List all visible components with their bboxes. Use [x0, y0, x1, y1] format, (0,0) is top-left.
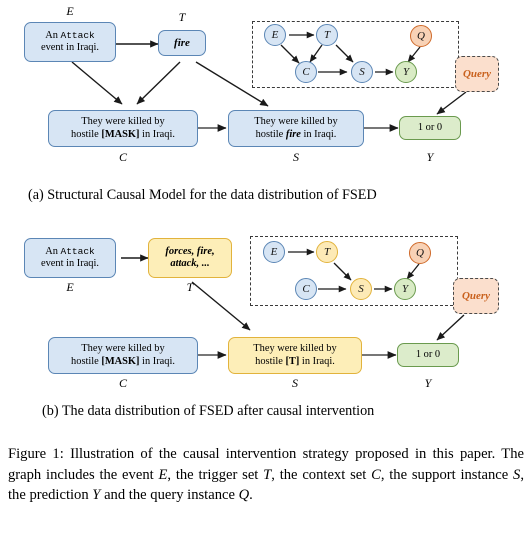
label-Y-a: Y: [426, 150, 434, 164]
label-S-a: S: [293, 150, 299, 164]
support-a-line1: They were killed by: [254, 116, 338, 128]
query-b-text: Query: [461, 289, 491, 302]
label-C-b: C: [118, 376, 127, 390]
figure-caption-text: Illustration of the causal intervention …: [8, 446, 524, 504]
context-a-line2-post: in Iraqi.: [139, 128, 175, 140]
context-b-line2-pre: hostile: [71, 355, 102, 367]
box-event-a-line2: event in Iraqi.: [41, 42, 99, 53]
support-a-line2: hostile fire in Iraqi.: [256, 129, 337, 141]
context-a-line2: hostile [MASK] in Iraqi.: [71, 129, 175, 141]
graph-a-node-C-label: C: [302, 66, 310, 78]
event-b-line1-mono: Attack: [60, 245, 95, 257]
context-a-line2-pre: hostile: [71, 128, 102, 140]
event-b-line1-prefix: An: [45, 245, 61, 257]
box-support-a: They were killed by hostile fire in Iraq…: [228, 110, 364, 147]
box-event-b-line1: An Attack: [45, 246, 95, 258]
context-b-line1: They were killed by: [81, 343, 165, 355]
label-Y-b: Y: [424, 376, 432, 390]
support-a-line2-post: in Iraqi.: [300, 128, 337, 140]
label-C-a: C: [118, 150, 127, 164]
graph-a-node-Q: Q: [410, 25, 432, 47]
event-line1-mono: Attack: [60, 29, 95, 41]
prediction-b-text: 1 or 0: [415, 348, 441, 360]
graph-b-node-Y-label: Y: [401, 283, 409, 295]
graph-a-node-E: E: [264, 24, 286, 46]
context-b-line2-post: in Iraqi.: [139, 355, 175, 367]
label-T-b: T: [186, 280, 194, 294]
support-b-trigger-token: [T]: [285, 355, 300, 367]
event-line1-prefix: An: [45, 29, 61, 41]
graph-b-node-E-label: E: [270, 246, 278, 258]
figure-caption: Figure 1: Illustration of the causal int…: [8, 444, 524, 506]
trigger-b-line2: attack, ...: [170, 258, 210, 269]
graph-a-node-Y: Y: [395, 61, 417, 83]
support-b-line2: hostile [T] in Iraqi.: [255, 356, 335, 368]
figure-1: An Attack event in Iraqi. E fire T E T C…: [0, 0, 530, 559]
graph-b-node-Y: Y: [394, 278, 416, 300]
box-prediction-a: 1 or 0: [399, 116, 461, 140]
subfigure-a: An Attack event in Iraqi. E fire T E T C…: [0, 0, 530, 185]
graph-b-node-E: E: [263, 241, 285, 263]
box-query-b: Query: [453, 278, 499, 314]
subfigure-a-caption: (a) Structural Causal Model for the data…: [28, 186, 514, 205]
graph-a-node-T: T: [316, 24, 338, 46]
graph-a-node-E-label: E: [271, 29, 279, 41]
graph-b-node-T: T: [316, 241, 338, 263]
box-trigger-a: fire: [158, 30, 206, 56]
box-trigger-b: forces, fire, attack, ...: [148, 238, 232, 278]
graph-b-node-T-label: T: [323, 246, 331, 258]
box-support-b: They were killed by hostile [T] in Iraqi…: [228, 337, 362, 374]
graph-a-node-T-label: T: [323, 29, 331, 41]
graph-a-node-C: C: [295, 61, 317, 83]
support-a-trigger-token: fire: [285, 128, 301, 140]
trigger-a-text: fire: [174, 36, 190, 49]
graph-b-node-Q: Q: [409, 242, 431, 264]
box-context-b: They were killed by hostile [MASK] in Ir…: [48, 337, 198, 374]
support-a-line2-pre: hostile: [255, 128, 286, 140]
subfigure-b-caption-text: The data distribution of FSED after caus…: [61, 403, 375, 419]
box-prediction-b: 1 or 0: [397, 343, 459, 367]
subfigure-b-caption: (b) The data distribution of FSED after …: [42, 402, 502, 421]
box-context-a: They were killed by hostile [MASK] in Ir…: [48, 110, 198, 147]
graph-b-node-Q-label: Q: [416, 247, 424, 259]
box-event-a-line1: An Attack: [45, 30, 95, 42]
box-event-b-line2: event in Iraqi.: [41, 258, 99, 269]
prediction-a-text: 1 or 0: [417, 121, 443, 133]
figure-caption-prefix: Figure 1:: [8, 446, 64, 462]
subfigure-b-label: (b): [42, 403, 59, 419]
subfigure-b: An Attack event in Iraqi. E forces, fire…: [0, 230, 530, 400]
trigger-b-line1: forces, fire,: [165, 245, 215, 257]
graph-a-node-S-label: S: [359, 66, 365, 78]
graph-b-node-C: C: [295, 278, 317, 300]
label-T-a: T: [178, 10, 186, 24]
box-event-b: An Attack event in Iraqi.: [24, 238, 116, 278]
graph-b-node-S: S: [350, 278, 372, 300]
support-b-line2-pre: hostile: [255, 355, 286, 367]
support-b-line1: They were killed by: [253, 343, 337, 355]
support-b-line2-post: in Iraqi.: [299, 355, 335, 367]
box-event-a: An Attack event in Iraqi.: [24, 22, 116, 62]
context-a-mask-token: [MASK]: [101, 128, 140, 140]
graph-a-node-S: S: [351, 61, 373, 83]
box-query-a: Query: [455, 56, 499, 92]
query-a-text: Query: [462, 67, 492, 80]
graph-b-node-C-label: C: [302, 283, 310, 295]
subfigure-a-caption-text: Structural Causal Model for the data dis…: [47, 187, 377, 203]
context-b-line2: hostile [MASK] in Iraqi.: [71, 356, 175, 368]
graph-b-node-S-label: S: [358, 283, 364, 295]
context-b-mask-token: [MASK]: [101, 355, 140, 367]
label-S-b: S: [292, 376, 298, 390]
label-E-a: E: [66, 4, 74, 18]
label-E-b: E: [66, 280, 74, 294]
graph-a-node-Q-label: Q: [417, 30, 425, 42]
subfigure-a-label: (a): [28, 187, 44, 203]
graph-a-node-Y-label: Y: [402, 66, 410, 78]
context-a-line1: They were killed by: [81, 116, 165, 128]
